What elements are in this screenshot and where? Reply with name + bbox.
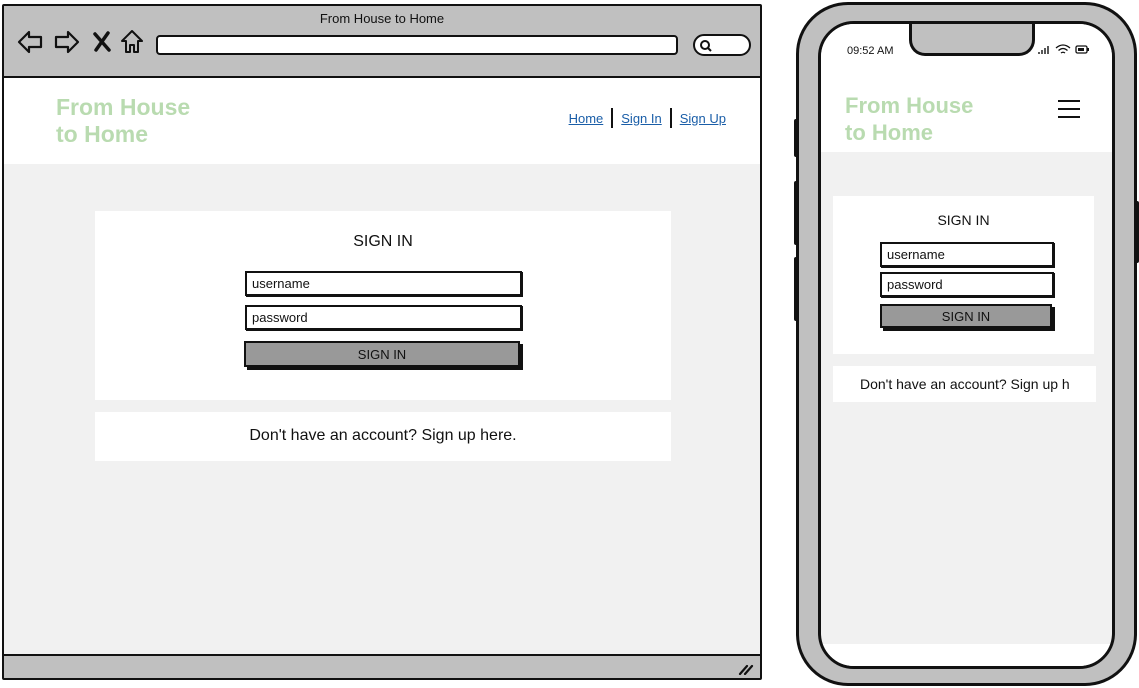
logo-line-1: From House (56, 94, 191, 120)
sign-in-title: SIGN IN (353, 233, 413, 250)
mobile-signup-prompt-card: Don't have an account? Sign up h (833, 366, 1096, 402)
mobile-sign-in-title: SIGN IN (937, 212, 990, 228)
close-icon[interactable] (91, 28, 119, 56)
mobile-sign-in-button[interactable]: SIGN IN (880, 304, 1052, 328)
site-logo[interactable]: From House to Home (56, 94, 216, 148)
status-time: 09:52 AM (847, 45, 894, 57)
status-icons (1037, 44, 1090, 55)
desktop-browser-window: From House to Home From House to Home Ho… (2, 4, 762, 680)
mobile-sign-in-card: SIGN IN username password SIGN IN (833, 196, 1094, 354)
mobile-logo-line-1: From House (845, 93, 974, 118)
search-icon (700, 40, 712, 52)
resize-grip-icon[interactable] (738, 661, 754, 675)
battery-icon (1075, 45, 1089, 54)
sign-in-button[interactable]: SIGN IN (244, 341, 520, 367)
mobile-signup-link[interactable]: Don't have an account? Sign up h (860, 376, 1070, 392)
hamburger-menu-icon[interactable] (1058, 100, 1080, 118)
mobile-username-field[interactable]: username (880, 242, 1054, 267)
wifi-icon (1055, 44, 1071, 54)
password-field[interactable]: password (245, 305, 522, 330)
mobile-site-logo[interactable]: From House to Home (845, 92, 995, 146)
browser-search-box[interactable] (693, 34, 751, 56)
signup-link[interactable]: Don't have an account? Sign up here. (95, 427, 671, 445)
main-nav: Home Sign In Sign Up (561, 108, 734, 128)
mobile-logo-line-2: to Home (845, 120, 933, 145)
phone-screen: 09:52 AM From House to Home SIGN IN user… (818, 21, 1115, 669)
sign-in-card: SIGN IN username password SIGN IN (95, 211, 671, 400)
logo-line-2: to Home (56, 121, 148, 147)
browser-toolbar: From House to Home (4, 6, 760, 78)
username-field[interactable]: username (245, 271, 522, 296)
window-title: From House to Home (319, 11, 445, 26)
phone-screen-bottom (821, 644, 1112, 666)
phone-side-button (1134, 201, 1139, 263)
nav-link-sign-in[interactable]: Sign In (613, 111, 669, 126)
phone-side-button (794, 181, 799, 245)
phone-side-button (794, 119, 799, 157)
nav-link-sign-up[interactable]: Sign Up (672, 111, 734, 126)
phone-notch (909, 24, 1035, 56)
mobile-password-field[interactable]: password (880, 272, 1054, 297)
browser-status-bar (4, 654, 760, 678)
nav-link-home[interactable]: Home (561, 111, 612, 126)
address-bar[interactable] (156, 35, 678, 55)
phone-side-button (794, 257, 799, 321)
mobile-phone-frame: 09:52 AM From House to Home SIGN IN user… (794, 2, 1139, 686)
home-icon[interactable] (118, 28, 146, 56)
forward-arrow-icon[interactable] (53, 28, 81, 56)
site-header: From House to Home Home Sign In Sign Up (4, 78, 760, 164)
signup-prompt-card: Don't have an account? Sign up here. (95, 412, 671, 461)
signal-icon (1038, 45, 1049, 54)
back-arrow-icon[interactable] (16, 28, 44, 56)
